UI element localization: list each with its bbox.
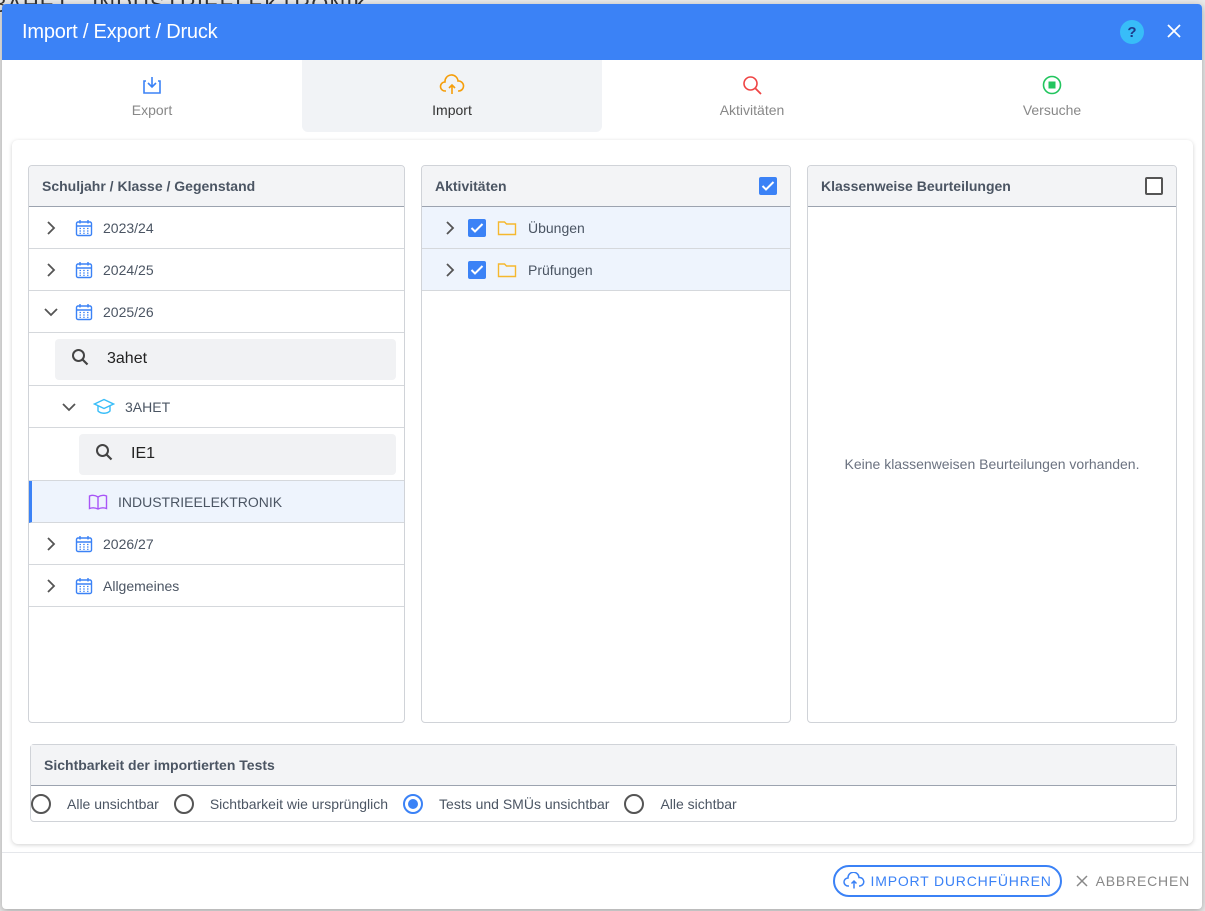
year-search-row <box>29 333 404 386</box>
calendar-icon <box>75 577 93 595</box>
import-button[interactable]: IMPORT DURCHFÜHREN <box>832 865 1062 897</box>
tab-label: Aktivitäten <box>719 102 785 118</box>
calendar-icon <box>75 535 93 553</box>
graduation-cap-icon <box>93 398 115 416</box>
visibility-options: Alle unsichtbar Sichtbarkeit wie ursprün… <box>31 786 1176 822</box>
grades-empty-text: Keine klassenweisen Beurteilungen vorhan… <box>844 456 1140 472</box>
close-icon <box>1076 875 1088 887</box>
activity-checkbox[interactable] <box>468 260 486 279</box>
tree-year-label: 2024/25 <box>103 261 154 278</box>
chevron-right-icon[interactable] <box>440 220 460 235</box>
cancel-button[interactable]: ABBRECHEN <box>1076 873 1190 889</box>
activity-checkbox[interactable] <box>468 218 486 237</box>
radio-circle[interactable] <box>31 794 51 814</box>
calendar-icon <box>75 303 93 321</box>
radio-label: Sichtbarkeit wie ursprünglich <box>209 796 389 812</box>
radio-label: Alle sichtbar <box>660 796 737 812</box>
radio-tests-smu-invisible[interactable]: Tests und SMÜs unsichtbar <box>403 794 609 814</box>
dialog-title: Import / Export / Druck <box>22 20 218 43</box>
activity-row[interactable]: Prüfungen <box>422 249 790 291</box>
tree-class-label: 3AHET <box>125 398 171 415</box>
tree-year-row[interactable]: 2025/26 <box>29 291 404 333</box>
chevron-right-icon[interactable] <box>41 262 61 277</box>
activities-header-label: Aktivitäten <box>435 178 507 194</box>
tree-year-row[interactable]: 2023/24 <box>29 207 404 249</box>
dialog-footer: IMPORT DURCHFÜHREN ABBRECHEN <box>2 852 1202 909</box>
radio-visibility-original[interactable]: Sichtbarkeit wie ursprünglich <box>173 794 389 814</box>
cloud-upload-icon <box>842 872 865 890</box>
tab-label: Versuche <box>1022 102 1082 118</box>
radio-all-invisible[interactable]: Alle unsichtbar <box>31 794 159 814</box>
download-icon <box>141 72 163 98</box>
select-all-grades-checkbox[interactable] <box>1145 177 1163 195</box>
import-export-dialog: Import / Export / Druck ? Export Import … <box>2 4 1202 909</box>
tab-bar: Export Import Aktivitäten Versuche <box>2 60 1202 132</box>
stop-circle-icon <box>1041 72 1063 98</box>
cancel-button-label: ABBRECHEN <box>1095 873 1190 889</box>
search-icon <box>95 443 113 466</box>
radio-all-visible[interactable]: Alle sichtbar <box>624 794 737 814</box>
chevron-right-icon[interactable] <box>41 220 61 235</box>
select-all-activities-checkbox[interactable] <box>759 177 777 195</box>
calendar-icon <box>75 261 93 279</box>
grades-panel-header: Klassenweise Beurteilungen <box>808 166 1176 207</box>
tree-year-row[interactable]: 2024/25 <box>29 249 404 291</box>
book-open-icon <box>88 493 108 511</box>
tree-year-label: 2026/27 <box>103 535 154 552</box>
activity-label: Prüfungen <box>528 261 593 278</box>
search-icon <box>71 348 89 371</box>
activity-label: Übungen <box>528 219 585 236</box>
tab-aktivitaeten[interactable]: Aktivitäten <box>602 60 902 132</box>
tree-year-label: Allgemeines <box>103 577 180 594</box>
tab-versuche[interactable]: Versuche <box>902 60 1202 132</box>
radio-circle[interactable] <box>624 794 645 814</box>
search-icon <box>741 72 763 98</box>
cloud-upload-icon <box>439 72 465 98</box>
grades-panel: Klassenweise Beurteilungen Keine klassen… <box>807 165 1177 723</box>
subject-search-input[interactable] <box>131 445 331 463</box>
radio-circle[interactable] <box>173 794 194 814</box>
activities-panel-header: Aktivitäten <box>422 166 790 207</box>
class-search-box[interactable] <box>55 338 396 380</box>
folder-icon <box>497 262 517 278</box>
visibility-header: Sichtbarkeit der importierten Tests <box>31 745 1176 786</box>
calendar-icon <box>75 219 93 237</box>
visibility-panel: Sichtbarkeit der importierten Tests Alle… <box>30 744 1177 822</box>
chevron-right-icon[interactable] <box>440 262 460 277</box>
tree-subject-label: INDUSTRIEELEKTRONIK <box>118 493 283 510</box>
tree-subject-row[interactable]: INDUSTRIEELEKTRONIK <box>29 481 404 523</box>
chevron-right-icon[interactable] <box>41 578 61 593</box>
import-content: Schuljahr / Klasse / Gegenstand 2023/24 … <box>12 140 1193 844</box>
tree-class-row[interactable]: 3AHET <box>29 386 404 428</box>
tree-year-label: 2023/24 <box>103 219 154 236</box>
activity-row[interactable]: Übungen <box>422 207 790 249</box>
dialog-titlebar: Import / Export / Druck ? <box>2 4 1202 60</box>
folder-icon <box>497 220 517 236</box>
tab-export[interactable]: Export <box>2 60 302 132</box>
tree-panel: Schuljahr / Klasse / Gegenstand 2023/24 … <box>28 165 405 723</box>
radio-circle[interactable] <box>403 794 424 814</box>
tab-label: Export <box>131 102 173 118</box>
radio-label: Tests und SMÜs unsichtbar <box>439 796 610 812</box>
tree-year-row[interactable]: Allgemeines <box>29 565 404 607</box>
close-icon[interactable] <box>1166 21 1182 43</box>
tree-year-label: 2025/26 <box>103 303 154 320</box>
radio-label: Alle unsichtbar <box>67 796 159 812</box>
import-button-label: IMPORT DURCHFÜHREN <box>870 873 1052 889</box>
chevron-down-icon[interactable] <box>59 402 79 412</box>
tab-label: Import <box>432 102 472 118</box>
subject-search-box[interactable] <box>79 433 396 475</box>
class-search-row <box>29 428 404 481</box>
activities-panel: Aktivitäten Übungen Prüfungen <box>421 165 791 723</box>
help-icon[interactable]: ? <box>1120 20 1144 44</box>
tab-import[interactable]: Import <box>302 60 602 132</box>
class-search-input[interactable] <box>107 350 307 368</box>
tree-panel-header: Schuljahr / Klasse / Gegenstand <box>29 166 404 207</box>
tree-year-row[interactable]: 2026/27 <box>29 523 404 565</box>
chevron-right-icon[interactable] <box>41 536 61 551</box>
grades-header-label: Klassenweise Beurteilungen <box>821 178 1011 194</box>
chevron-down-icon[interactable] <box>41 307 61 317</box>
